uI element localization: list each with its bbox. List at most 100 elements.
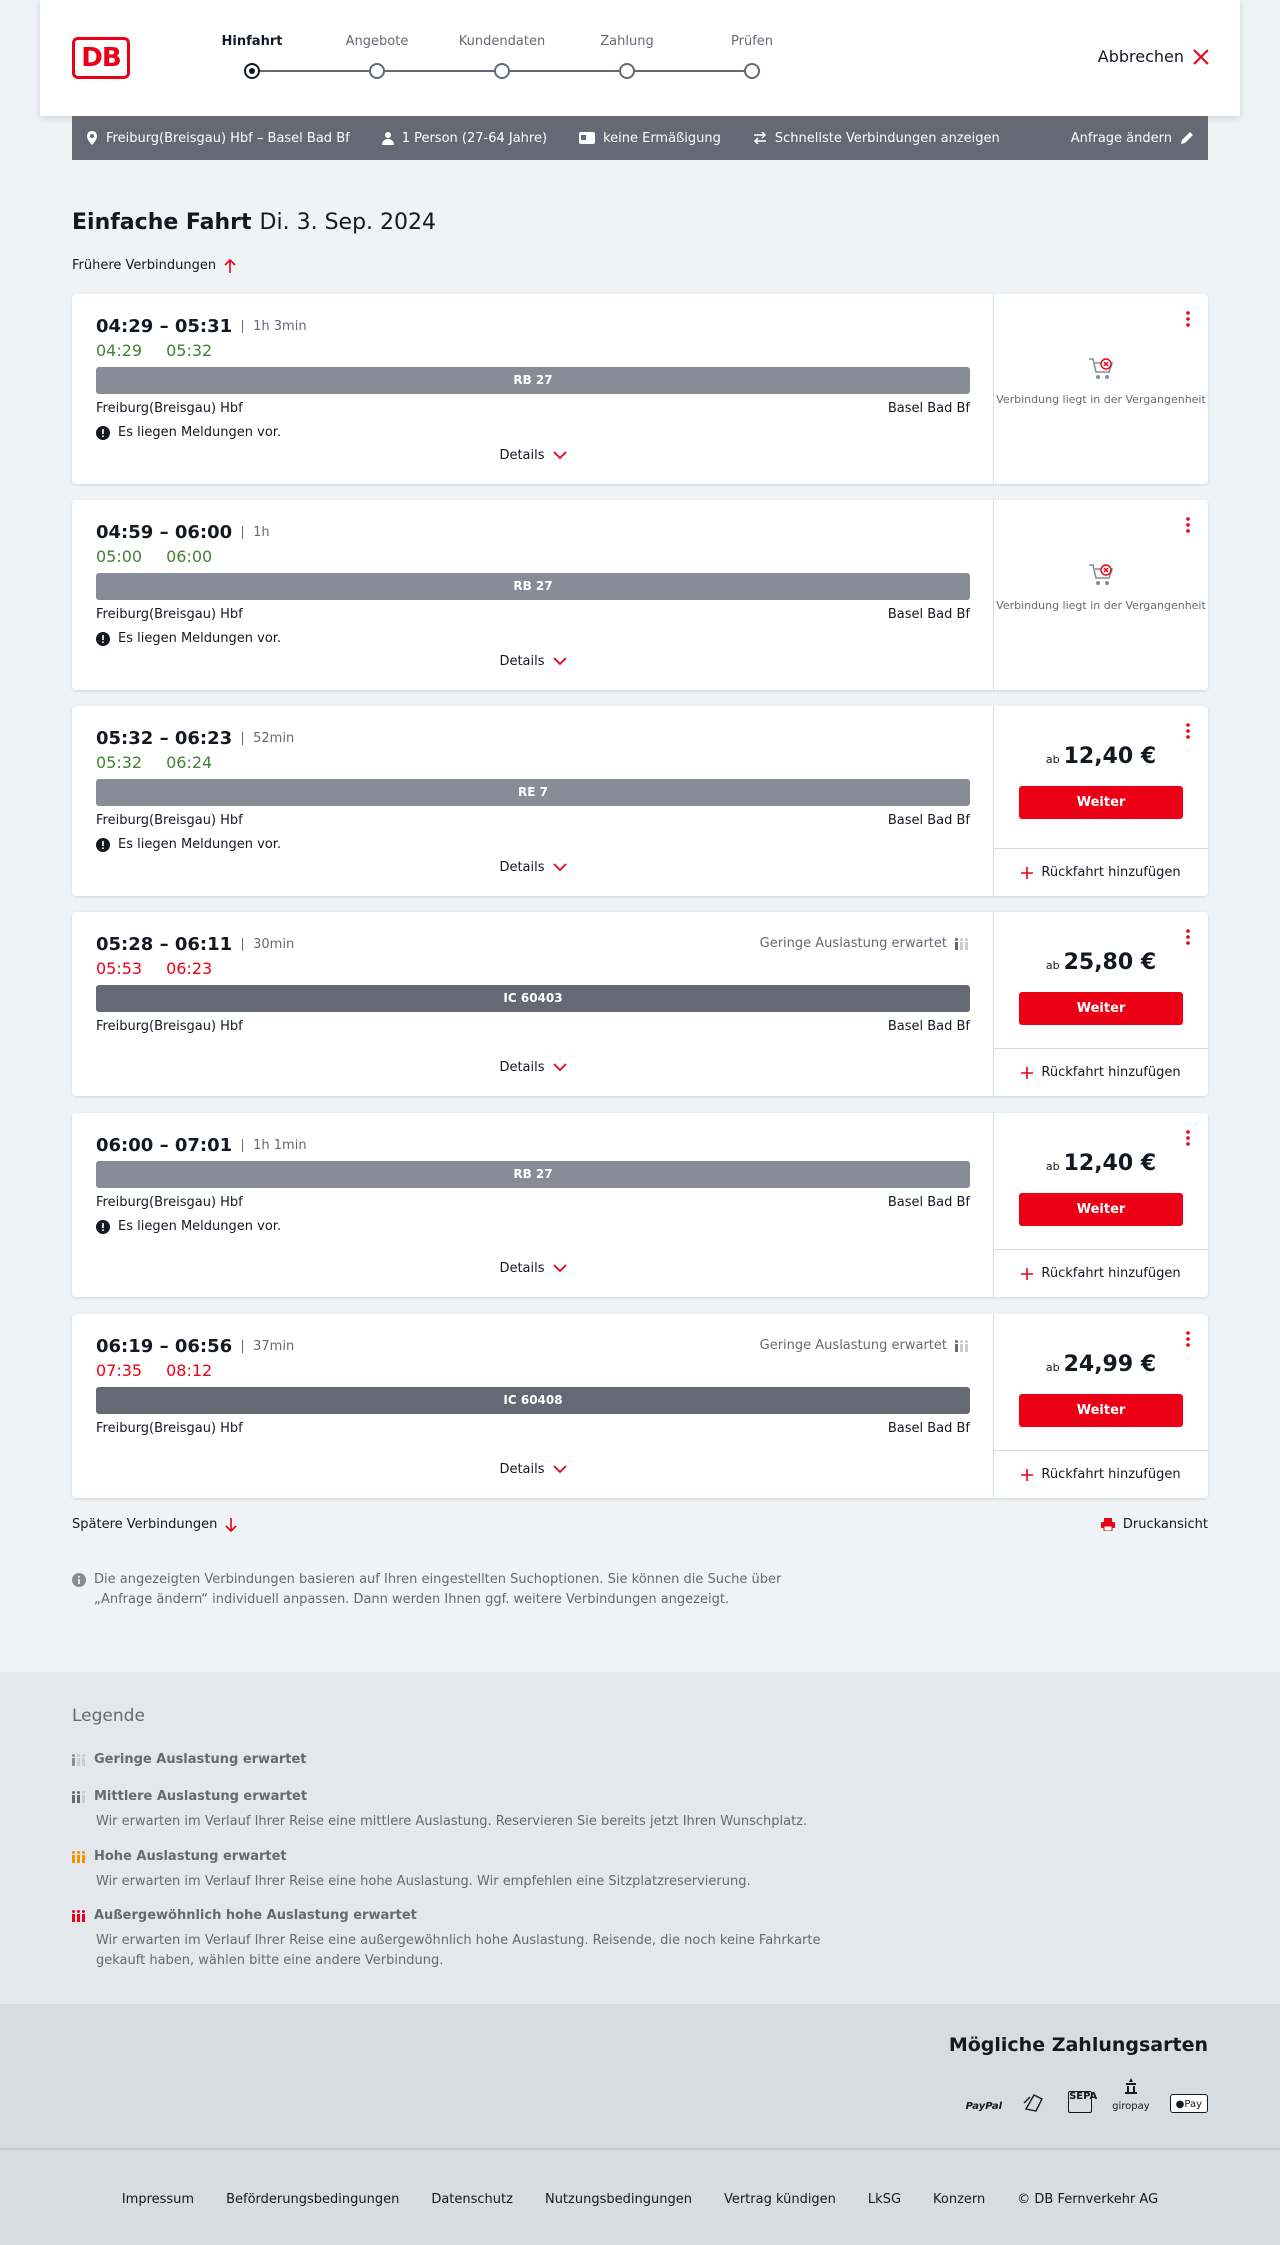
discount-text: keine Ermäßigung	[603, 130, 721, 146]
alert-icon	[96, 425, 110, 440]
add-return-button[interactable]: Rückfahrt hinzufügen	[994, 1249, 1208, 1297]
realtime-times: 05:53 06:23	[96, 959, 212, 978]
page-title: Einfache Fahrt Di. 3. Sep. 2024	[72, 210, 436, 235]
continue-button[interactable]: Weiter	[1019, 1394, 1183, 1427]
fastest-summary: Schnellste Verbindungen anzeigen	[753, 131, 1000, 146]
step-label: Zahlung	[600, 34, 654, 49]
train-line-bar: RB 27	[96, 1161, 970, 1188]
details-label: Details	[499, 860, 545, 875]
plus-icon	[1021, 1267, 1034, 1280]
info-icon	[72, 1573, 86, 1587]
connection-card[interactable]: 05:28 – 06:11 30min 05:53 06:23 Geringe Ausl…	[72, 912, 1208, 1096]
details-toggle[interactable]: Details	[72, 1060, 994, 1075]
cart-unavailable-icon	[1089, 358, 1114, 379]
payment-title: Mögliche Zahlungsarten	[948, 2034, 1208, 2056]
footer-link[interactable]: LkSG	[868, 2192, 901, 2207]
header: DB Hinfahrt Angebote Kundendaten Zahlung…	[40, 0, 1240, 116]
step-pruefen[interactable]: Prüfen	[682, 34, 822, 79]
plus-icon	[1021, 1468, 1034, 1481]
footer-link[interactable]: Konzern	[933, 2192, 985, 2207]
change-query-button[interactable]: Anfrage ändern	[1071, 131, 1194, 146]
departure-station: Freiburg(Breisgau) Hbf	[96, 813, 243, 828]
query-summary-bar: Freiburg(Breisgau) Hbf – Basel Bad Bf 1 …	[72, 116, 1208, 160]
past-text: Verbindung liegt in der Vergangenheit	[996, 599, 1206, 612]
details-label: Details	[499, 654, 545, 669]
scheduled-times: 05:32 – 06:23 52min	[96, 728, 294, 749]
duration: 37min	[242, 1340, 294, 1353]
applepay-label: Pay	[1184, 2099, 1202, 2110]
step-dot	[244, 63, 260, 79]
details-toggle[interactable]: Details	[72, 1462, 994, 1477]
step-angebote[interactable]: Angebote	[307, 34, 447, 79]
footer-link[interactable]: Datenschutz	[431, 2192, 513, 2207]
db-logo[interactable]: DB	[72, 37, 130, 79]
realtime-arrival: 06:24	[166, 753, 213, 772]
price-value: 25,80 €	[1063, 950, 1157, 975]
legend-item-title: Geringe Auslastung erwartet	[94, 1752, 307, 1767]
continue-button[interactable]: Weiter	[1019, 992, 1183, 1025]
connection-card[interactable]: 06:19 – 06:56 37min 07:35 08:12 Geringe Ausl…	[72, 1314, 1208, 1498]
add-return-button[interactable]: Rückfahrt hinzufügen	[994, 848, 1208, 896]
realtime-arrival: 05:32	[166, 341, 213, 360]
footer-link[interactable]: Impressum	[122, 2192, 194, 2207]
connection-card[interactable]: 04:29 – 05:31 1h 3min 04:29 05:32 RB 27 Freib…	[72, 294, 1208, 484]
train-line-bar: IC 60403	[96, 985, 970, 1012]
location-pin-icon	[87, 131, 97, 145]
connection-card[interactable]: 06:00 – 07:01 1h 1min RB 27 Freiburg(Breisg…	[72, 1113, 1208, 1297]
plus-icon	[1021, 866, 1034, 879]
details-toggle[interactable]: Details	[72, 860, 994, 875]
continue-button[interactable]: Weiter	[1019, 1193, 1183, 1226]
more-options-icon[interactable]	[1184, 1330, 1192, 1348]
earlier-connections-link[interactable]: Frühere Verbindungen	[72, 258, 236, 273]
chevron-down-icon	[552, 1063, 567, 1072]
past-connection-notice: Verbindung liegt in der Vergangenheit	[994, 356, 1208, 408]
train-line-bar: RE 7	[96, 779, 970, 806]
footer-link[interactable]: Vertrag kündigen	[724, 2192, 836, 2207]
more-options-icon[interactable]	[1184, 722, 1192, 740]
chevron-down-icon	[552, 451, 567, 460]
chevron-down-icon	[552, 1465, 567, 1474]
offer-panel: Verbindung liegt in der Vergangenheit	[994, 500, 1208, 690]
print-view-link[interactable]: Druckansicht	[1100, 1517, 1208, 1532]
realtime-departure: 04:29	[96, 341, 143, 360]
connection-card[interactable]: 04:59 – 06:00 1h 05:00 06:00 RB 27 Freiburg(B…	[72, 500, 1208, 690]
train-line-bar: RB 27	[96, 367, 970, 394]
more-options-icon[interactable]	[1184, 516, 1192, 534]
connection-info: 05:28 – 06:11 30min 05:53 06:23 Geringe Ausl…	[72, 912, 994, 1096]
details-toggle[interactable]: Details	[72, 448, 994, 463]
footer: Impressum Beförderungsbedingungen Datensch…	[0, 2148, 1280, 2245]
arrival-station: Basel Bad Bf	[887, 1019, 970, 1034]
details-toggle[interactable]: Details	[72, 654, 994, 669]
step-kundendaten[interactable]: Kundendaten	[432, 34, 572, 79]
connection-card[interactable]: 05:32 – 06:23 52min 05:32 06:24 RE 7 Freiburg…	[72, 706, 1208, 896]
printer-icon	[1100, 1518, 1115, 1531]
step-dot	[494, 63, 510, 79]
past-text: Verbindung liegt in der Vergangenheit	[996, 393, 1206, 406]
alert-icon	[96, 631, 110, 646]
more-options-icon[interactable]	[1184, 928, 1192, 946]
occupancy-indicator: Geringe Auslastung erwartet	[760, 1338, 969, 1353]
more-options-icon[interactable]	[1184, 310, 1192, 328]
messages-notice: Es liegen Meldungen vor.	[96, 425, 281, 440]
footer-link[interactable]: Beförderungsbedingungen	[226, 2192, 399, 2207]
cancel-button[interactable]: Abbrechen	[1098, 47, 1210, 66]
price: ab 25,80 €	[994, 950, 1208, 975]
later-connections-link[interactable]: Spätere Verbindungen	[72, 1517, 237, 1532]
footer-link[interactable]: Nutzungsbedingungen	[545, 2192, 692, 2207]
route-summary: Freiburg(Breisgau) Hbf – Basel Bad Bf	[86, 131, 350, 146]
legend-item-title: Mittlere Auslastung erwartet	[94, 1789, 308, 1804]
step-label: Angebote	[345, 34, 409, 49]
more-options-icon[interactable]	[1184, 1129, 1192, 1147]
progress-steps: Hinfahrt Angebote Kundendaten Zahlung Pr…	[182, 34, 773, 84]
scheduled-times: 04:59 – 06:00 1h	[96, 522, 270, 543]
search-note-text: Die angezeigten Verbindungen basieren au…	[94, 1572, 782, 1607]
add-return-label: Rückfahrt hinzufügen	[1041, 1065, 1181, 1080]
duration: 1h 1min	[242, 1139, 307, 1152]
details-label: Details	[499, 1462, 545, 1477]
details-toggle[interactable]: Details	[72, 1261, 994, 1276]
step-zahlung[interactable]: Zahlung	[557, 34, 697, 79]
messages-notice: Es liegen Meldungen vor.	[96, 631, 281, 646]
add-return-button[interactable]: Rückfahrt hinzufügen	[994, 1450, 1208, 1498]
continue-button[interactable]: Weiter	[1019, 786, 1183, 819]
add-return-button[interactable]: Rückfahrt hinzufügen	[994, 1048, 1208, 1096]
